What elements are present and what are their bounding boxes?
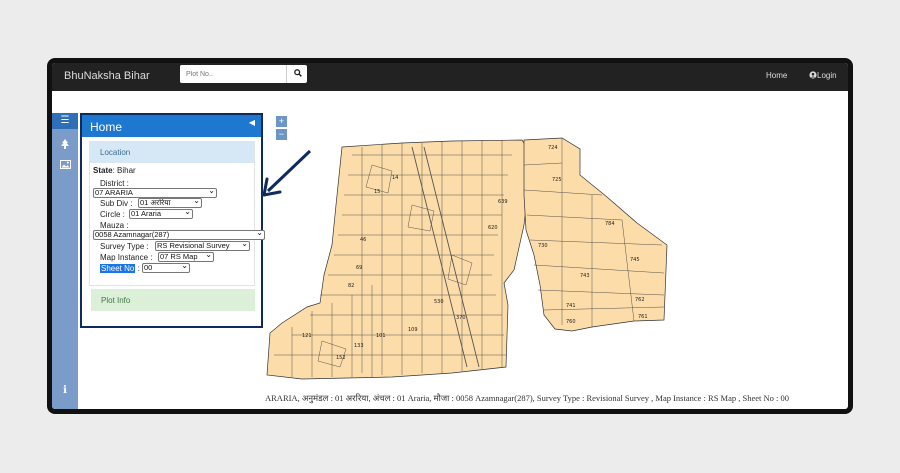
plot-label: 724 <box>548 145 558 151</box>
location-header[interactable]: Location <box>90 142 254 163</box>
circle-label: Circle : <box>100 210 125 219</box>
search-icon <box>293 69 302 77</box>
subdiv-label: Sub Div : <box>100 199 133 208</box>
menu-icon[interactable]: ☰ <box>52 113 78 129</box>
cadastral-map[interactable]: 724 725 784 745 743 741 762 761 760 730 … <box>262 135 672 385</box>
map-instance-label: Map Instance : <box>100 253 153 262</box>
plot-label: 743 <box>580 273 590 279</box>
plot-label: 101 <box>376 333 386 339</box>
circle-select[interactable]: 01 Araria <box>129 209 193 219</box>
plot-label: 725 <box>552 177 562 183</box>
sheet-no-select[interactable]: 00 <box>142 263 190 273</box>
plot-search <box>180 65 307 83</box>
plot-label: 639 <box>498 199 508 205</box>
mauza-label: Mauza : <box>100 221 129 230</box>
image-icon[interactable] <box>52 159 78 175</box>
plot-label: 760 <box>566 319 576 325</box>
plot-label: 82 <box>348 283 354 289</box>
plot-label: 46 <box>360 237 366 243</box>
plot-label: 14 <box>392 175 398 181</box>
sheet-no-row: Sheet No : <box>100 264 140 273</box>
subdiv-select[interactable]: 01 अररिया <box>138 198 202 208</box>
mauza-select[interactable]: 0058 Azamnagar(287) <box>93 230 265 240</box>
location-title: Location <box>100 148 131 157</box>
plot-label: 15 <box>374 189 380 195</box>
home-panel: Home ◀ Location State: Bihar District : … <box>80 113 265 328</box>
plot-label: 730 <box>538 243 548 249</box>
nav-login-label: Login <box>817 71 837 80</box>
browser-screen: BhuNaksha Bihar Home Login ☰ i <box>52 63 848 409</box>
plot-label: 784 <box>605 221 615 227</box>
plot-label: 152 <box>336 355 346 361</box>
plot-label: 761 <box>638 314 648 320</box>
plot-label: 370 <box>456 315 466 321</box>
district-select[interactable]: 07 ARARIA <box>93 188 217 198</box>
plot-label: 109 <box>408 327 418 333</box>
plot-label: 133 <box>354 343 364 349</box>
state-label: State <box>93 166 113 175</box>
plot-label: 121 <box>302 333 312 339</box>
plot-label: 762 <box>635 297 645 303</box>
brand-title[interactable]: BhuNaksha Bihar <box>64 70 150 82</box>
top-navbar: BhuNaksha Bihar Home Login <box>52 63 848 91</box>
survey-type-label: Survey Type : <box>100 242 149 251</box>
left-sidebar: ☰ i <box>52 113 78 409</box>
zoom-in-icon[interactable]: + <box>276 116 287 127</box>
plot-label: 530 <box>434 299 444 305</box>
plot-label: 69 <box>356 265 362 271</box>
sheet-no-label: Sheet No <box>100 264 136 273</box>
map-status-text: ARARIA, अनुमंडल : 01 अररिया, अंचल : 01 A… <box>265 393 790 403</box>
state-value: Bihar <box>117 166 136 175</box>
main-village-parcel-area <box>266 139 533 380</box>
plot-label: 741 <box>566 303 576 309</box>
collapse-panel-icon[interactable]: ◀ <box>249 118 255 127</box>
plot-info-title: Plot Info <box>101 296 131 305</box>
map-instance-select[interactable]: 07 RS Map <box>158 252 214 262</box>
plot-info-section[interactable]: Plot Info <box>91 289 255 311</box>
plot-label: 745 <box>630 257 640 263</box>
monitor-frame: BhuNaksha Bihar Home Login ☰ i <box>47 58 853 414</box>
panel-header: Home ◀ <box>82 115 261 137</box>
nav-home-link[interactable]: Home <box>766 71 787 80</box>
user-icon <box>809 71 817 79</box>
tree-icon[interactable] <box>52 139 78 155</box>
plot-label: 620 <box>488 225 498 231</box>
plot-search-input[interactable] <box>180 65 285 83</box>
survey-type-select[interactable]: RS Revisional Survey <box>155 241 250 251</box>
district-label: District : <box>100 179 129 188</box>
east-parcel-area <box>523 137 668 332</box>
state-row: State: Bihar <box>93 166 136 175</box>
nav-login-link[interactable]: Login <box>809 71 837 80</box>
info-icon[interactable]: i <box>52 383 78 399</box>
panel-title: Home <box>90 120 123 134</box>
search-button[interactable] <box>286 65 308 83</box>
